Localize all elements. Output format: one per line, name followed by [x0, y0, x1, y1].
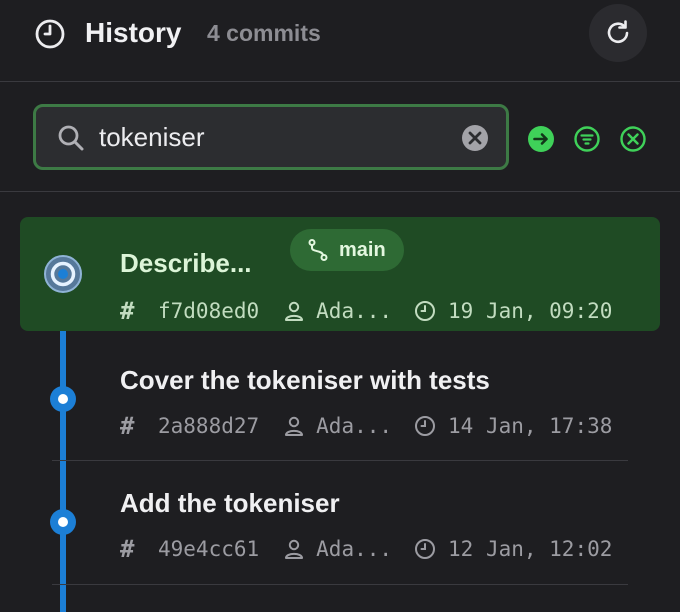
close-circle-icon[interactable] — [619, 125, 647, 153]
commit-meta: # f7d08ed0 Ada... 19 Jan, 09:20 — [120, 296, 612, 326]
clock-icon — [415, 539, 436, 559]
search-input[interactable] — [99, 117, 454, 157]
commit-hash: f7d08ed0 — [158, 299, 260, 323]
page-title: History — [85, 17, 182, 48]
search-icon — [58, 125, 84, 151]
refresh-button[interactable] — [589, 4, 647, 62]
user-icon — [285, 416, 304, 436]
commit-author: Ada... — [316, 537, 393, 561]
commit-count: 4 commits — [207, 20, 321, 46]
hash-icon: # — [120, 412, 135, 440]
clock-icon — [415, 416, 436, 436]
hash-icon: # — [120, 535, 135, 563]
search-box[interactable] — [33, 104, 509, 170]
user-icon — [285, 301, 304, 321]
clock-icon — [35, 19, 65, 49]
commit-date: 19 Jan, 09:20 — [448, 299, 613, 323]
commit-row[interactable]: Add the tokeniser # 49e4cc61 Ada... 12 J… — [20, 461, 660, 585]
go-arrow-icon[interactable] — [527, 125, 555, 153]
commit-title: Add the tokeniser — [120, 488, 340, 518]
commit-date: 12 Jan, 12:02 — [448, 537, 613, 561]
search-bar-area — [0, 82, 680, 192]
clock-icon — [415, 301, 436, 321]
branch-badge[interactable]: main — [290, 229, 404, 271]
commit-title: Cover the tokeniser with tests — [120, 365, 490, 395]
commit-hash: 49e4cc61 — [158, 537, 260, 561]
commit-meta: # 49e4cc61 Ada... 12 Jan, 12:02 — [120, 534, 612, 564]
commit-date: 14 Jan, 17:38 — [448, 414, 613, 438]
commit-node — [50, 386, 76, 412]
branch-name: main — [339, 238, 386, 261]
user-icon — [285, 539, 304, 559]
history-header: History 4 commits — [0, 0, 680, 82]
commit-author: Ada... — [316, 299, 393, 323]
commit-list: Describe... main # f7d08ed0 Ada... 19 Ja… — [0, 192, 680, 612]
clear-search-icon[interactable] — [460, 123, 490, 153]
commit-row[interactable]: Cover the tokeniser with tests # 2a888d2… — [20, 337, 660, 461]
commit-title: Describe... — [120, 248, 252, 278]
commit-row[interactable]: Describe... main # f7d08ed0 Ada... 19 Ja… — [20, 217, 660, 331]
commit-author: Ada... — [316, 414, 393, 438]
commit-hash: 2a888d27 — [158, 414, 260, 438]
commit-node — [50, 509, 76, 535]
refresh-icon — [607, 20, 629, 43]
head-commit-node — [44, 255, 82, 293]
hash-icon: # — [120, 297, 135, 325]
filter-icon[interactable] — [573, 125, 601, 153]
commit-meta: # 2a888d27 Ada... 14 Jan, 17:38 — [120, 411, 612, 441]
branch-icon — [308, 239, 328, 261]
